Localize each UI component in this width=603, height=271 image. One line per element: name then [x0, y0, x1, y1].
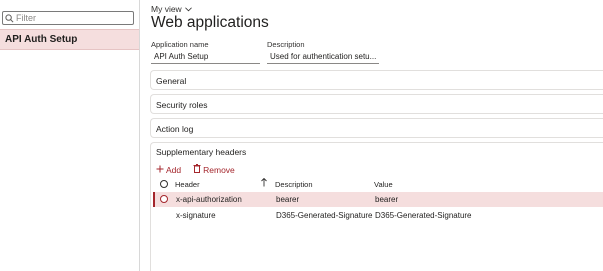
filter-input[interactable]	[16, 12, 126, 24]
application-name-label: Application name	[151, 40, 209, 49]
left-pane: API Auth Setup	[0, 0, 140, 271]
column-header-description[interactable]: Description	[275, 180, 313, 189]
grid-toolbar: Add Remove	[156, 164, 235, 175]
description-field[interactable]: Used for authentication setu...	[267, 52, 379, 64]
search-icon	[3, 12, 16, 24]
column-header-header[interactable]: Header	[175, 180, 200, 189]
section-general[interactable]: General	[150, 70, 603, 90]
description-label: Description	[267, 40, 305, 49]
plus-icon	[156, 165, 164, 175]
main-content: My view Web applications Application nam…	[150, 0, 603, 271]
list-item-api-auth-setup[interactable]: API Auth Setup	[0, 29, 139, 50]
section-security-roles[interactable]: Security roles	[150, 94, 603, 114]
add-label: Add	[166, 164, 182, 175]
remove-button[interactable]: Remove	[193, 164, 235, 175]
row-header-cell[interactable]: x-signature	[176, 211, 216, 220]
row-value-cell[interactable]: bearer	[375, 195, 398, 204]
remove-label: Remove	[203, 164, 235, 175]
table-row[interactable]: x-signature D365-Generated-Signature D36…	[153, 208, 603, 223]
row-description-cell[interactable]: bearer	[276, 195, 299, 204]
section-action-log[interactable]: Action log	[150, 118, 603, 138]
application-name-field[interactable]: API Auth Setup	[151, 52, 260, 64]
select-all-radio[interactable]	[160, 180, 168, 188]
row-header-cell[interactable]: x-api-authorization	[176, 195, 242, 204]
section-general-title: General	[156, 76, 187, 86]
list-item-label: API Auth Setup	[5, 34, 78, 45]
chevron-down-icon	[184, 4, 192, 14]
page-title: Web applications	[151, 14, 269, 31]
row-select-radio[interactable]	[160, 195, 168, 203]
filter-box[interactable]	[2, 11, 134, 25]
grid-header: Header Description Value	[156, 177, 603, 191]
my-view-dropdown[interactable]: My view	[151, 4, 192, 14]
add-button[interactable]: Add	[156, 164, 181, 175]
trash-icon	[193, 164, 201, 175]
section-action-log-title: Action log	[156, 124, 194, 134]
sort-arrow-up-icon[interactable]	[261, 177, 267, 189]
row-description-cell[interactable]: D365-Generated-Signature	[276, 211, 373, 220]
column-header-value[interactable]: Value	[374, 180, 393, 189]
my-view-label: My view	[151, 4, 182, 14]
row-value-cell[interactable]: D365-Generated-Signature	[375, 211, 472, 220]
section-supplementary-headers-title[interactable]: Supplementary headers	[156, 147, 246, 157]
table-row[interactable]: x-api-authorization bearer bearer	[153, 192, 603, 207]
section-security-roles-title: Security roles	[156, 100, 208, 110]
